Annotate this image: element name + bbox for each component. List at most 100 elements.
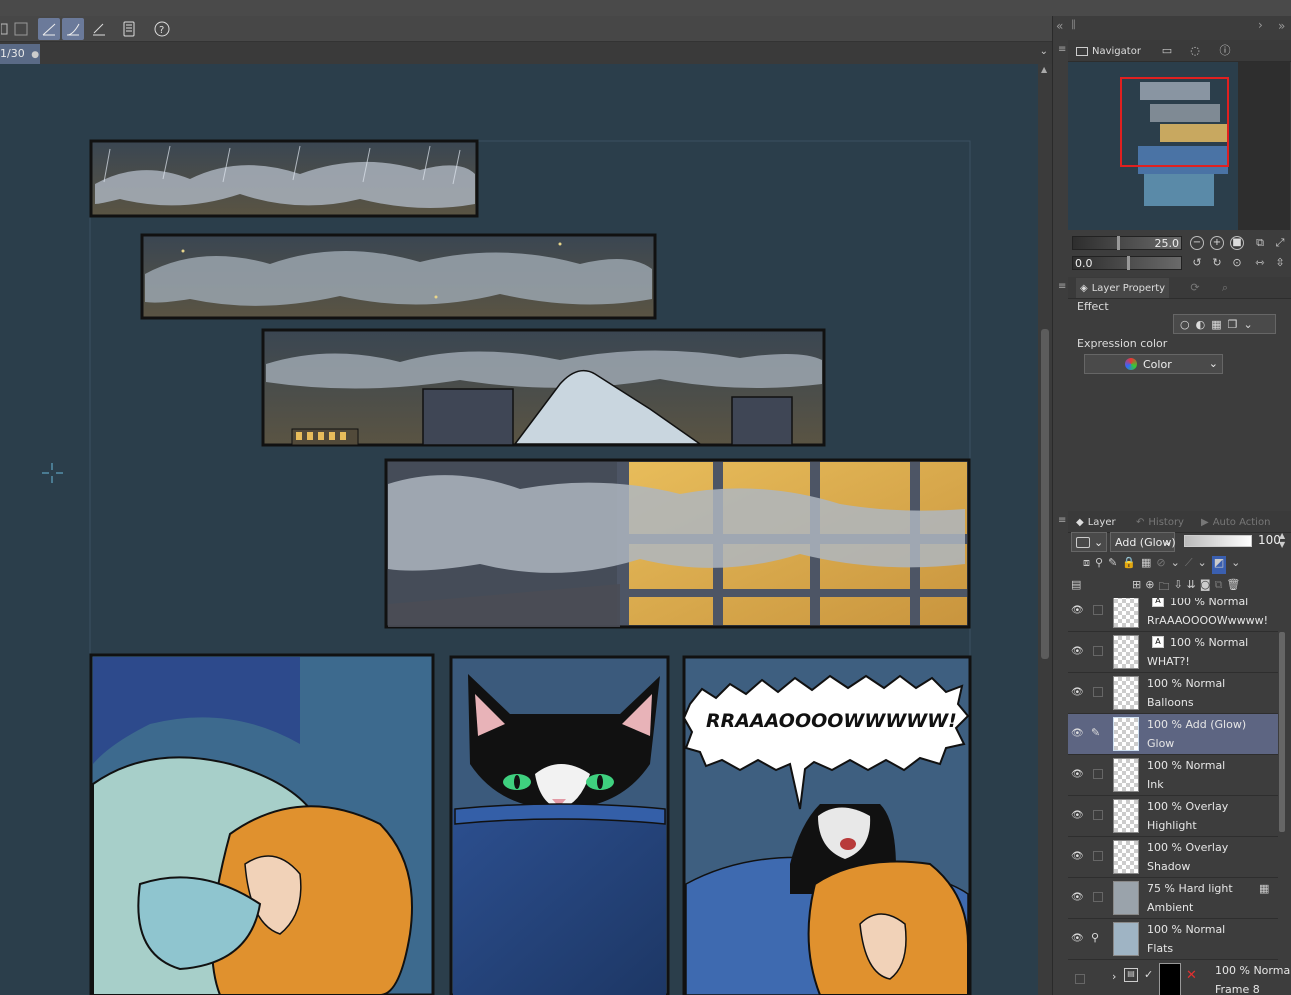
visibility-eye-icon[interactable]: 👁: [1071, 810, 1085, 821]
layer-row-selected[interactable]: 👁 ✎ 100 % Add (Glow) Glow: [1068, 714, 1278, 755]
reset-rotation-icon[interactable]: ⊙: [1230, 256, 1244, 270]
layer-row[interactable]: 👁 75 % Hard light Ambient ▦: [1068, 878, 1278, 919]
flip-vertical-icon[interactable]: ⇳: [1273, 256, 1287, 270]
apply-mask-icon[interactable]: ⧉: [1215, 578, 1223, 597]
zoom-out-icon[interactable]: −: [1190, 236, 1204, 250]
chevron-down-icon[interactable]: ⌄: [1198, 556, 1207, 574]
scroll-up-icon[interactable]: ▲: [1041, 65, 1047, 74]
menu-icon-3[interactable]: ≡: [1058, 515, 1066, 526]
layer-row[interactable]: 👁 100 % Overlay Shadow: [1068, 837, 1278, 878]
chevron-right-icon[interactable]: ›: [1258, 18, 1263, 32]
chevron-down-icon[interactable]: ⌄: [1231, 556, 1240, 574]
ruler-pen-button[interactable]: [88, 18, 110, 40]
smooth-curve-button[interactable]: [62, 18, 84, 40]
tab-layer-property[interactable]: ◈ Layer Property: [1076, 278, 1170, 298]
stabilization-curve-button[interactable]: [38, 18, 60, 40]
layer-list-icon[interactable]: ▤: [1071, 578, 1081, 591]
zoom-slider[interactable]: 25.0: [1072, 236, 1182, 250]
device-button[interactable]: [118, 18, 140, 40]
layer-row[interactable]: 👁 100 % Normal Balloons: [1068, 673, 1278, 714]
opacity-stepper-icon[interactable]: ▲ ▼: [1279, 531, 1285, 549]
rotation-slider[interactable]: 0.0: [1072, 256, 1182, 270]
layer-lock-checkbox[interactable]: [1093, 851, 1103, 861]
canvas-area[interactable]: RRAAAOOOOWWWWW!: [0, 64, 1038, 995]
flip-horizontal-icon[interactable]: ⇿: [1253, 256, 1267, 270]
blend-mode-dropdown[interactable]: Add (Glow) ⌄: [1110, 532, 1176, 552]
visibility-eye-icon[interactable]: 👁: [1071, 728, 1085, 739]
menu-icon-2[interactable]: ≡: [1058, 281, 1066, 292]
visibility-eye-icon[interactable]: 👁: [1071, 605, 1085, 616]
chevron-down-icon[interactable]: ⌄: [1171, 556, 1180, 574]
palette-color-dropdown[interactable]: ⌄: [1071, 532, 1107, 552]
layer-row[interactable]: 👁 100 % Overlay Highlight: [1068, 796, 1278, 837]
tab-list-chevron-icon[interactable]: ⌄: [1040, 46, 1048, 57]
tone-effect-icon[interactable]: ◐: [1196, 318, 1206, 331]
visibility-eye-icon[interactable]: 👁: [1071, 892, 1085, 903]
border-effect-icon[interactable]: ○: [1180, 318, 1190, 331]
tab-navigator[interactable]: Navigator: [1076, 41, 1141, 61]
fit-navigator-icon[interactable]: ⤢: [1273, 236, 1287, 250]
effect-icons-group[interactable]: ○ ◐ ▦ ❐ ⌄: [1173, 314, 1276, 334]
new-vector-layer-icon[interactable]: ⊕: [1145, 578, 1154, 597]
layer-lock-checkbox[interactable]: [1093, 892, 1103, 902]
document-tab[interactable]: 1/30 ●: [0, 44, 40, 64]
layer-row[interactable]: 👁 100 % Normal Ink: [1068, 755, 1278, 796]
texture-effect-icon[interactable]: ▦: [1211, 318, 1221, 331]
sub-tool-detail-icon[interactable]: ⟳: [1188, 281, 1202, 295]
layer-lock-checkbox[interactable]: [1093, 687, 1103, 697]
rotate-right-icon[interactable]: ↻: [1210, 256, 1224, 270]
layer-lock-checkbox[interactable]: [1093, 646, 1103, 656]
tool-button-partial[interactable]: [0, 18, 10, 40]
layer-row[interactable]: 👁 A 100 % Normal RrAAAOOOOWwwww!: [1068, 598, 1278, 632]
layer-lock-checkbox[interactable]: [1093, 605, 1103, 615]
collapse-left-icon[interactable]: «: [1056, 19, 1063, 33]
clip-layer-icon[interactable]: ⧈: [1083, 556, 1090, 574]
tab-history[interactable]: ↶ History: [1136, 512, 1184, 532]
layer-color-toggle-icon[interactable]: ◩: [1211, 556, 1227, 574]
rotate-left-icon[interactable]: ↺: [1190, 256, 1204, 270]
visibility-eye-icon[interactable]: 👁: [1071, 769, 1085, 780]
fit-window-icon[interactable]: ⧉: [1253, 236, 1267, 250]
lock-icon[interactable]: 🔒: [1122, 556, 1136, 574]
layer-lock-checkbox[interactable]: [1093, 769, 1103, 779]
expand-chevron-icon[interactable]: ›: [1112, 970, 1116, 983]
actual-size-icon[interactable]: ■: [1230, 236, 1244, 250]
sub-view-icon[interactable]: ▭: [1160, 44, 1174, 58]
layer-row[interactable]: 👁 A 100 % Normal WHAT?!: [1068, 632, 1278, 673]
visibility-eye-icon[interactable]: 👁: [1071, 933, 1085, 944]
close-dot-icon[interactable]: ●: [31, 50, 39, 60]
opacity-slider[interactable]: [1184, 535, 1252, 547]
visibility-eye-icon[interactable]: 👁: [1071, 851, 1085, 862]
color-circle-icon[interactable]: ◌: [1188, 44, 1202, 58]
visibility-eye-icon[interactable]: 👁: [1071, 646, 1085, 657]
canvas-vertical-scrollbar[interactable]: ▲: [1038, 64, 1052, 995]
layer-lock-checkbox[interactable]: [1093, 810, 1103, 820]
info-icon[interactable]: ⓘ: [1218, 44, 1232, 58]
layer-list-scrollbar[interactable]: [1279, 632, 1285, 832]
delete-layer-icon[interactable]: 🗑: [1226, 578, 1240, 597]
navigator-view-frame[interactable]: [1120, 77, 1229, 167]
layer-folder-row[interactable]: › ▤ ✓ ✕ 100 % Normal Frame 8: [1068, 960, 1291, 995]
visibility-eye-icon[interactable]: 👁: [1071, 687, 1085, 698]
ruler-show-icon[interactable]: ⟋: [1185, 556, 1193, 574]
tab-layer[interactable]: ◆ Layer: [1076, 512, 1116, 532]
navigator-preview[interactable]: [1068, 62, 1290, 230]
help-button[interactable]: ?: [151, 18, 173, 40]
expression-color-dropdown[interactable]: Color ⌄: [1084, 354, 1223, 374]
lock-transparent-icon[interactable]: ▦: [1141, 556, 1151, 574]
collapse-right-icon[interactable]: »: [1278, 19, 1285, 33]
menu-icon[interactable]: ≡: [1058, 44, 1066, 55]
mask-enable-icon[interactable]: ⊘: [1156, 556, 1165, 574]
layer-row[interactable]: 👁 ⚲ 100 % Normal Flats: [1068, 919, 1278, 960]
draft-layer-icon[interactable]: ✎: [1108, 556, 1117, 574]
zoom-in-icon[interactable]: +: [1210, 236, 1224, 250]
layer-color-icon[interactable]: ❐: [1228, 318, 1238, 331]
search-icon[interactable]: ⌕: [1218, 281, 1232, 295]
frame-icon[interactable]: [10, 18, 32, 40]
new-raster-layer-icon[interactable]: ⊞: [1132, 578, 1141, 597]
chevron-down-icon[interactable]: ⌄: [1244, 318, 1253, 331]
mask-icon[interactable]: ◙: [1200, 578, 1211, 597]
transfer-down-icon[interactable]: ⇩: [1173, 578, 1182, 597]
reference-layer-icon[interactable]: ⚲: [1095, 556, 1103, 574]
panel-grip-icon[interactable]: ‖: [1071, 19, 1076, 30]
